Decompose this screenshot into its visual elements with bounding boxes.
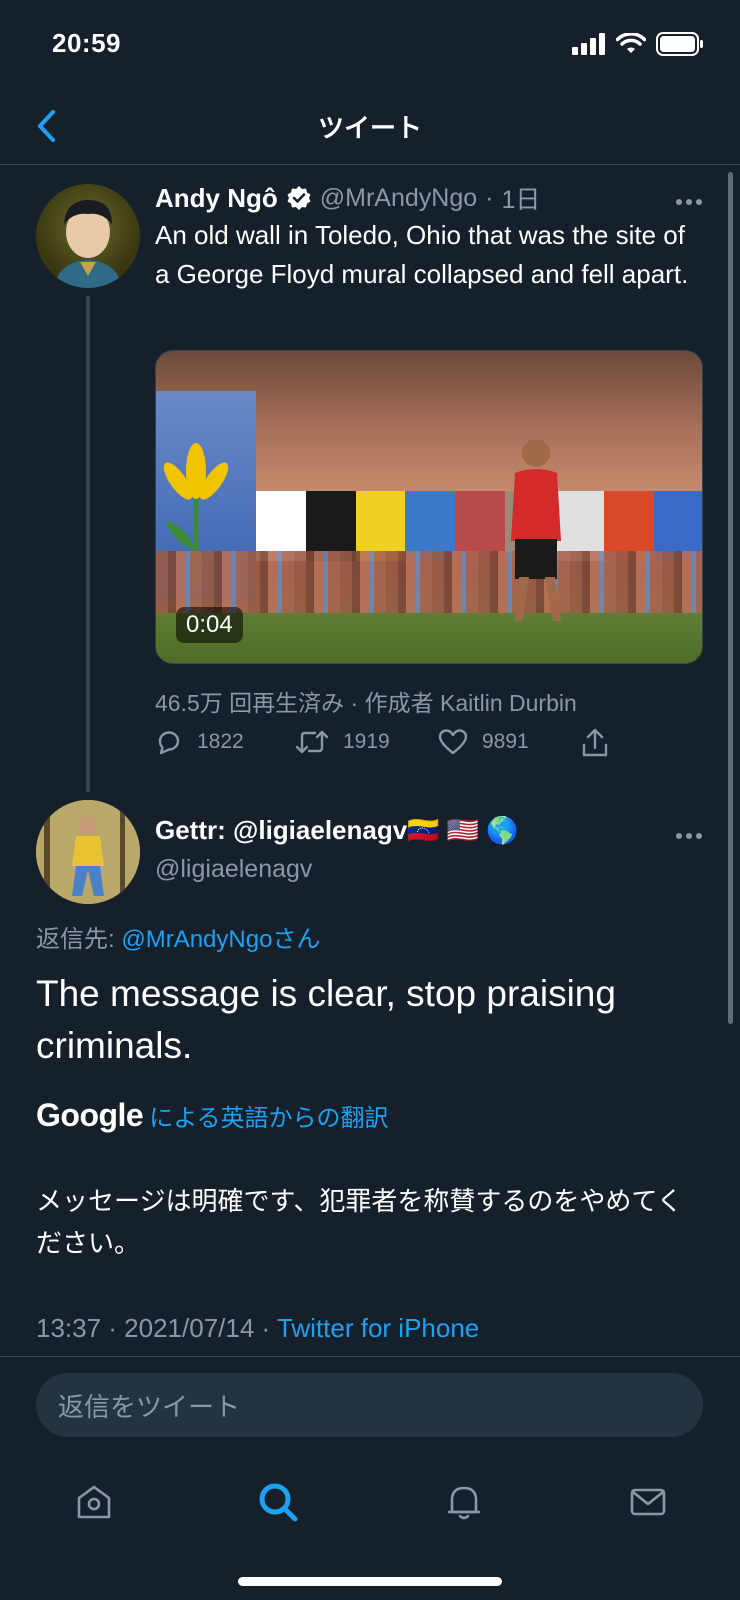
tab-notifications[interactable] xyxy=(434,1472,494,1532)
display-name[interactable]: Andy Ngô xyxy=(155,183,278,214)
translation-label[interactable]: による英語からの翻訳 xyxy=(149,1098,388,1133)
tweet-header: Gettr: @ligiaelenagv🇻🇪 🇺🇸 🌎 xyxy=(155,815,519,846)
home-indicator[interactable] xyxy=(238,1577,502,1586)
video-frame-person xyxy=(501,431,571,631)
more-icon xyxy=(676,199,702,205)
avatar-illustration xyxy=(36,800,140,904)
signal-icon xyxy=(572,33,605,55)
header-divider xyxy=(0,164,740,165)
google-logo: Google xyxy=(36,1097,144,1133)
tweet-metadata: 13:37 · 2021/07/14 · Twitter for iPhone xyxy=(36,1313,479,1344)
user-handle[interactable]: @MrAndyNgo xyxy=(320,184,477,213)
retweet-icon xyxy=(295,730,329,754)
separator: · xyxy=(485,183,494,212)
display-name[interactable]: Gettr: @ligiaelenagv🇻🇪 🇺🇸 🌎 xyxy=(155,815,519,846)
tweet-timestamp: 13:37 · 2021/07/14 · xyxy=(36,1313,277,1343)
avatar[interactable] xyxy=(36,184,140,288)
like-button[interactable]: 9891 xyxy=(438,728,529,756)
tweet-source-link[interactable]: Twitter for iPhone xyxy=(277,1313,479,1343)
reply-to-link[interactable]: @MrAndyNgoさん xyxy=(121,926,320,953)
tab-home[interactable] xyxy=(64,1472,124,1532)
page-title: ツイート xyxy=(317,113,422,143)
video-duration: 0:04 xyxy=(176,607,243,643)
search-icon xyxy=(259,1483,298,1522)
reply-to-line: 返信先: @MrAndyNgoさん xyxy=(36,919,320,954)
heart-icon xyxy=(438,729,468,755)
wifi-icon xyxy=(616,33,646,53)
status-time: 20:59 xyxy=(52,28,121,58)
video-view-count: 46.5万 回再生済み · 作成者 Kaitlin Durbin xyxy=(155,690,577,716)
thread-line xyxy=(86,296,90,792)
tweet-actions: 1822 1919 9891 xyxy=(155,728,615,768)
tab-search[interactable] xyxy=(248,1472,308,1532)
status-icons xyxy=(572,32,704,56)
mail-icon xyxy=(630,1488,666,1516)
retweet-count: 1919 xyxy=(343,730,390,753)
like-count: 9891 xyxy=(482,730,529,753)
share-icon xyxy=(582,728,608,757)
reply-placeholder: 返信をツイート xyxy=(58,1391,241,1422)
translated-text: メッセージは明確です、犯罪者を称賛するのをやめてください。 xyxy=(36,1186,683,1258)
reply-icon xyxy=(158,731,180,755)
reply-input[interactable]: 返信をツイート xyxy=(36,1373,703,1437)
reply-divider xyxy=(0,1356,740,1357)
avatar[interactable] xyxy=(36,800,140,904)
video-player[interactable]: 0:04 xyxy=(155,350,703,664)
home-icon xyxy=(77,1485,111,1519)
verified-badge-icon xyxy=(287,186,311,210)
reply-button[interactable]: 1822 xyxy=(155,728,244,756)
battery-icon xyxy=(656,32,703,56)
more-options-button[interactable] xyxy=(675,192,703,206)
reply-to-prefix: 返信先: xyxy=(36,926,122,953)
user-handle[interactable]: @ligiaelenagv xyxy=(155,855,312,884)
tweet-text: The message is clear, stop praising crim… xyxy=(36,973,616,1066)
tweet-header: Andy Ngô @MrAndyNgo · 1日 xyxy=(155,180,540,216)
retweet-button[interactable]: 1919 xyxy=(295,728,390,756)
tab-messages[interactable] xyxy=(618,1472,678,1532)
scrollbar[interactable] xyxy=(728,172,733,1024)
tab-bar xyxy=(0,1462,740,1542)
translation-attribution[interactable]: Google による英語からの翻訳 xyxy=(36,1097,389,1134)
more-options-button[interactable] xyxy=(675,826,703,840)
tweet-text: An old wall in Toledo, Ohio that was the… xyxy=(155,220,689,289)
bell-icon xyxy=(447,1486,481,1520)
avatar-illustration xyxy=(54,200,122,288)
share-button[interactable] xyxy=(581,728,609,758)
reply-count: 1822 xyxy=(197,730,244,753)
tweet-time: 1日 xyxy=(501,186,541,214)
more-icon xyxy=(676,833,702,839)
